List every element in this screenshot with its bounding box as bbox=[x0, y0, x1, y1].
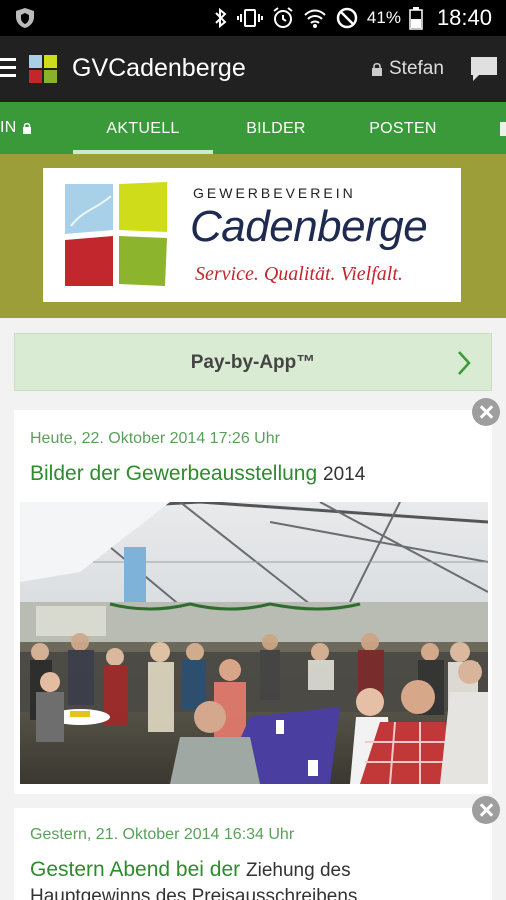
chevron-right-icon bbox=[458, 351, 471, 375]
news-snippet: Hauptgewinns des Preisausschreibens bbox=[30, 886, 358, 900]
alarm-icon bbox=[273, 7, 293, 28]
news-headline-rest: 2014 bbox=[323, 464, 366, 485]
banner-subtitle: GEWERBEVEREIN bbox=[193, 185, 356, 201]
app-logo-icon bbox=[29, 55, 57, 83]
tent-event-photo bbox=[20, 502, 488, 784]
app-bar: GVCadenberge Stefan bbox=[0, 36, 506, 102]
close-icon[interactable] bbox=[472, 398, 500, 426]
bluetooth-icon bbox=[215, 7, 227, 29]
news-headline-rest: Ziehung des bbox=[246, 860, 351, 881]
news-date: Heute, 22. Oktober 2014 17:26 Uhr bbox=[30, 430, 280, 447]
tab-bilder[interactable]: BILDER bbox=[206, 102, 346, 154]
pay-by-app-button[interactable]: Pay-by-App™ bbox=[14, 333, 492, 391]
vibrate-icon bbox=[236, 9, 263, 27]
tab-posten[interactable]: POSTEN bbox=[333, 102, 473, 154]
user-name: Stefan bbox=[389, 58, 444, 79]
news-headline-link[interactable]: Bilder der Gewerbeausstellung bbox=[30, 462, 317, 485]
lock-icon bbox=[22, 122, 31, 134]
close-icon[interactable] bbox=[472, 796, 500, 824]
banner-title: Cadenberge bbox=[190, 202, 428, 251]
news-headline-link[interactable]: Gestern Abend bei der bbox=[30, 858, 240, 881]
news-headline[interactable]: Gestern Abend bei der Ziehung des bbox=[30, 858, 351, 882]
tab-bar: IN AKTUELL BILDER POSTEN bbox=[0, 102, 506, 154]
chat-icon[interactable] bbox=[470, 56, 498, 82]
menu-icon[interactable] bbox=[0, 58, 16, 78]
battery-percent: 41% bbox=[366, 8, 401, 27]
wifi-icon bbox=[304, 9, 326, 28]
user-account[interactable]: Stefan bbox=[371, 58, 444, 80]
clock: 18:40 bbox=[436, 5, 492, 30]
tab-aktuell[interactable]: AKTUELL bbox=[73, 102, 213, 154]
pay-by-app-label: Pay-by-App™ bbox=[190, 352, 316, 373]
news-headline[interactable]: Bilder der Gewerbeausstellung 2014 bbox=[30, 462, 365, 486]
news-card[interactable]: Gestern, 21. Oktober 2014 16:34 Uhr Gest… bbox=[14, 808, 492, 900]
app-title: GVCadenberge bbox=[72, 54, 246, 82]
lock-icon bbox=[372, 62, 382, 76]
banner-slogan: Service. Qualität. Vielfalt. bbox=[195, 263, 403, 285]
tab-label: AKTUELL bbox=[106, 120, 180, 137]
tab-more-edge[interactable] bbox=[500, 122, 506, 136]
tab-label: IN bbox=[0, 119, 17, 136]
banner-logo-card: GEWERBEVEREIN Cadenberge Service. Qualit… bbox=[43, 168, 461, 302]
no-signal-icon bbox=[336, 7, 358, 29]
status-bar: 41% 18:40 bbox=[0, 0, 506, 36]
gv-logo-icon bbox=[65, 182, 167, 286]
battery-icon bbox=[409, 7, 423, 30]
tab-label: BILDER bbox=[246, 120, 306, 137]
banner: GEWERBEVEREIN Cadenberge Service. Qualit… bbox=[0, 154, 506, 318]
tab-label: POSTEN bbox=[369, 120, 437, 137]
shield-icon bbox=[16, 8, 34, 28]
news-date: Gestern, 21. Oktober 2014 16:34 Uhr bbox=[30, 826, 295, 843]
news-photo[interactable] bbox=[20, 502, 488, 784]
tab-login[interactable]: IN bbox=[0, 102, 40, 154]
